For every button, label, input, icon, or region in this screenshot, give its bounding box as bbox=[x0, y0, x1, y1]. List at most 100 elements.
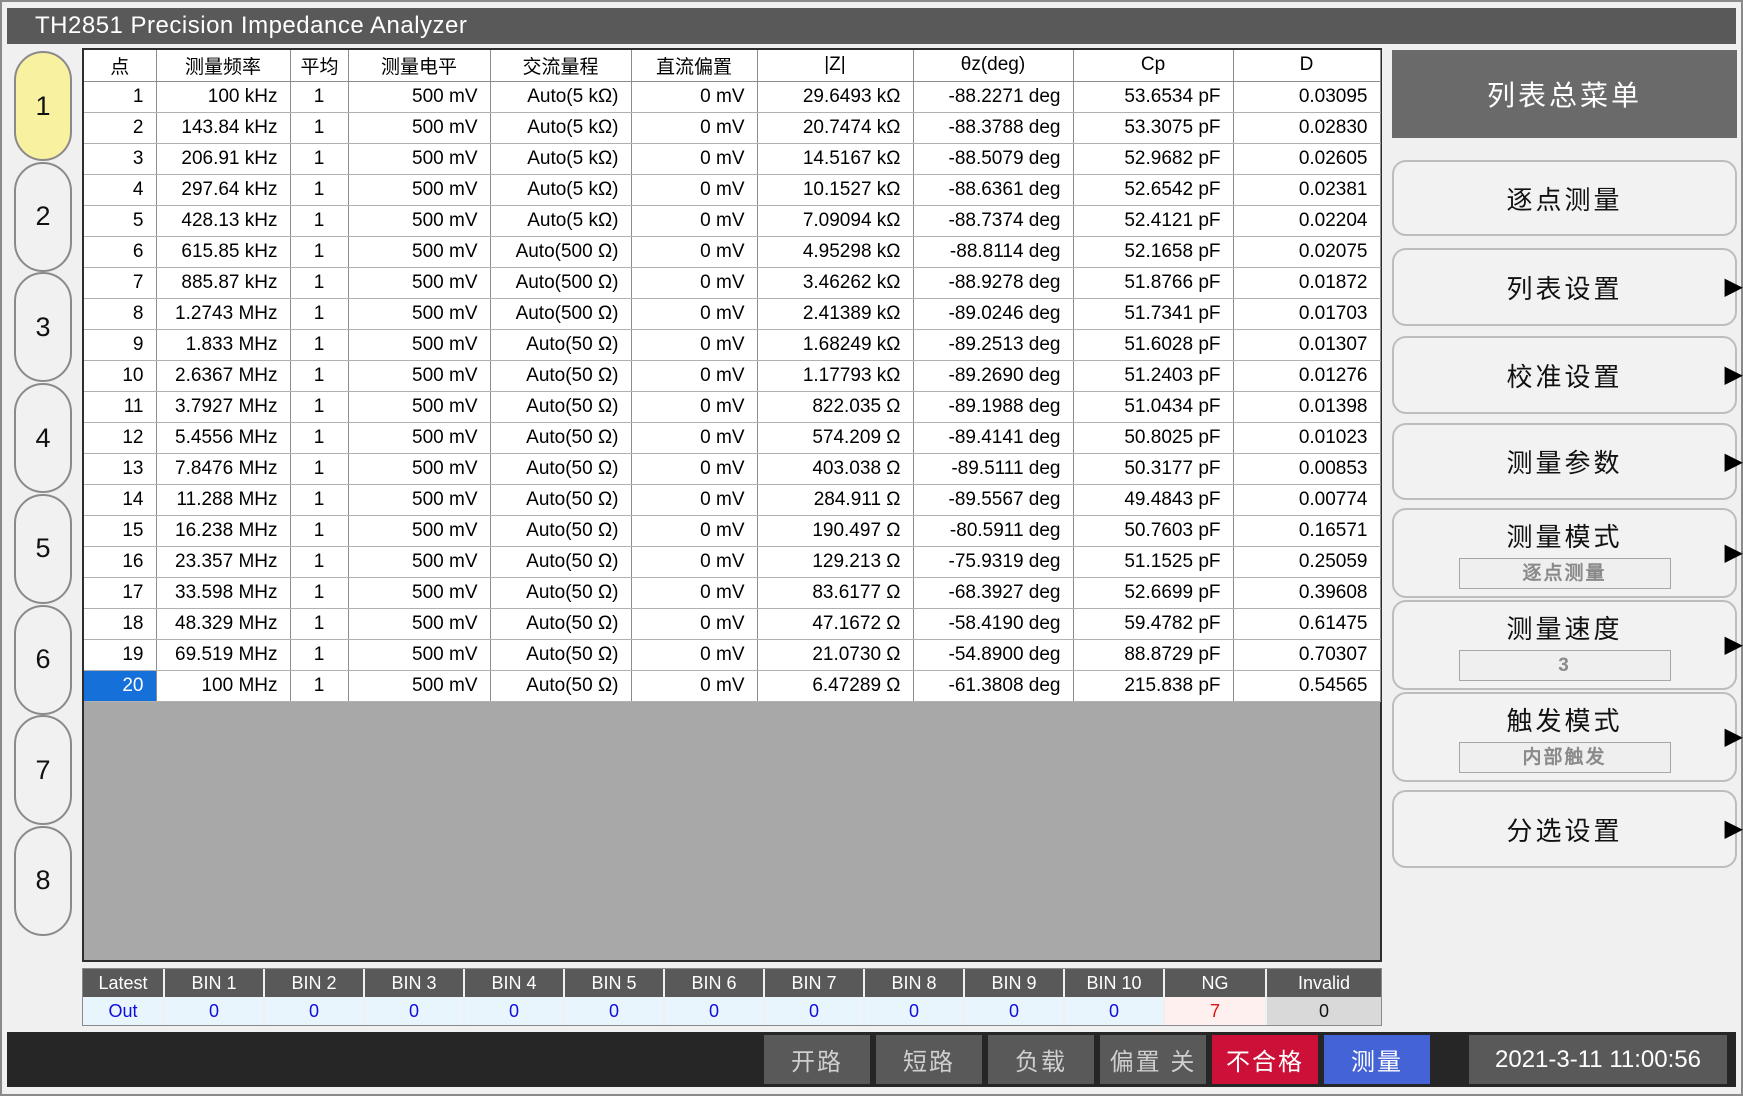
table-cell[interactable]: 500 mV bbox=[348, 174, 490, 205]
table-cell[interactable]: 7 bbox=[84, 267, 156, 298]
table-cell[interactable]: 0 mV bbox=[631, 360, 757, 391]
table-cell[interactable]: 2.6367 MHz bbox=[156, 360, 290, 391]
table-cell[interactable]: 0 mV bbox=[631, 422, 757, 453]
menu-button-7[interactable]: 触发模式内部触发▶ bbox=[1392, 692, 1737, 782]
table-cell[interactable]: 500 mV bbox=[348, 484, 490, 515]
status-button-gray[interactable]: 负载 bbox=[988, 1035, 1094, 1084]
table-cell[interactable]: -89.4141 deg bbox=[913, 422, 1073, 453]
table-cell[interactable]: 1 bbox=[290, 236, 348, 267]
table-cell[interactable]: 500 mV bbox=[348, 112, 490, 143]
table-cell[interactable]: -88.7374 deg bbox=[913, 205, 1073, 236]
table-cell[interactable]: 1 bbox=[290, 608, 348, 639]
channel-tab-3[interactable]: 3 bbox=[14, 272, 72, 382]
table-cell[interactable]: 574.209 Ω bbox=[757, 422, 913, 453]
table-cell[interactable]: 0.02381 bbox=[1233, 174, 1380, 205]
table-cell[interactable]: 23.357 MHz bbox=[156, 546, 290, 577]
table-cell[interactable]: 14.5167 kΩ bbox=[757, 143, 913, 174]
table-cell[interactable]: 129.213 Ω bbox=[757, 546, 913, 577]
table-cell[interactable]: 50.7603 pF bbox=[1073, 515, 1233, 546]
status-button-gray[interactable]: 开路 bbox=[764, 1035, 870, 1084]
table-cell[interactable]: 0.01703 bbox=[1233, 298, 1380, 329]
table-cell[interactable]: 53.3075 pF bbox=[1073, 112, 1233, 143]
table-cell[interactable]: 297.64 kHz bbox=[156, 174, 290, 205]
table-cell[interactable]: 5 bbox=[84, 205, 156, 236]
table-cell[interactable]: 10.1527 kΩ bbox=[757, 174, 913, 205]
table-cell[interactable]: 1.68249 kΩ bbox=[757, 329, 913, 360]
table-cell[interactable]: -88.6361 deg bbox=[913, 174, 1073, 205]
table-cell[interactable]: -80.5911 deg bbox=[913, 515, 1073, 546]
table-cell[interactable]: 0 mV bbox=[631, 639, 757, 670]
table-cell[interactable]: 500 mV bbox=[348, 205, 490, 236]
table-cell[interactable]: 11 bbox=[84, 391, 156, 422]
table-cell[interactable]: 1 bbox=[290, 422, 348, 453]
table-cell[interactable]: 0.01398 bbox=[1233, 391, 1380, 422]
table-cell[interactable]: Auto(50 Ω) bbox=[490, 577, 631, 608]
table-cell[interactable]: Auto(50 Ω) bbox=[490, 608, 631, 639]
table-cell[interactable]: 16.238 MHz bbox=[156, 515, 290, 546]
table-cell[interactable]: 1 bbox=[84, 81, 156, 112]
table-cell[interactable]: 0 mV bbox=[631, 453, 757, 484]
table-cell[interactable]: Auto(50 Ω) bbox=[490, 546, 631, 577]
table-cell[interactable]: 500 mV bbox=[348, 577, 490, 608]
table-cell[interactable]: 284.911 Ω bbox=[757, 484, 913, 515]
table-cell[interactable]: 500 mV bbox=[348, 329, 490, 360]
table-cell[interactable]: Auto(50 Ω) bbox=[490, 670, 631, 701]
table-cell[interactable]: 0.61475 bbox=[1233, 608, 1380, 639]
table-cell[interactable]: 20 bbox=[84, 670, 156, 701]
table-cell[interactable]: 7.09094 kΩ bbox=[757, 205, 913, 236]
menu-button-3[interactable]: 校准设置▶ bbox=[1392, 336, 1737, 414]
table-cell[interactable]: 1.2743 MHz bbox=[156, 298, 290, 329]
table-cell[interactable]: 18 bbox=[84, 608, 156, 639]
menu-button-5[interactable]: 测量模式逐点测量▶ bbox=[1392, 508, 1737, 598]
table-cell[interactable]: -54.8900 deg bbox=[913, 639, 1073, 670]
table-cell[interactable]: 17 bbox=[84, 577, 156, 608]
table-cell[interactable]: 1.17793 kΩ bbox=[757, 360, 913, 391]
table-cell[interactable]: 6.47289 Ω bbox=[757, 670, 913, 701]
table-cell[interactable]: 428.13 kHz bbox=[156, 205, 290, 236]
table-cell[interactable]: 15 bbox=[84, 515, 156, 546]
table-cell[interactable]: 1 bbox=[290, 639, 348, 670]
table-cell[interactable]: Auto(500 Ω) bbox=[490, 236, 631, 267]
table-cell[interactable]: -61.3808 deg bbox=[913, 670, 1073, 701]
table-cell[interactable]: 52.1658 pF bbox=[1073, 236, 1233, 267]
table-cell[interactable]: Auto(50 Ω) bbox=[490, 484, 631, 515]
table-cell[interactable]: 143.84 kHz bbox=[156, 112, 290, 143]
table-cell[interactable]: 100 MHz bbox=[156, 670, 290, 701]
channel-tab-7[interactable]: 7 bbox=[14, 715, 72, 825]
table-cell[interactable]: 51.7341 pF bbox=[1073, 298, 1233, 329]
table-cell[interactable]: Auto(50 Ω) bbox=[490, 360, 631, 391]
table-cell[interactable]: -89.5111 deg bbox=[913, 453, 1073, 484]
table-cell[interactable]: 2.41389 kΩ bbox=[757, 298, 913, 329]
table-cell[interactable]: -88.9278 deg bbox=[913, 267, 1073, 298]
table-cell[interactable]: 1 bbox=[290, 81, 348, 112]
table-cell[interactable]: 1 bbox=[290, 143, 348, 174]
table-cell[interactable]: 0.00774 bbox=[1233, 484, 1380, 515]
table-cell[interactable]: Auto(5 kΩ) bbox=[490, 205, 631, 236]
table-cell[interactable]: 0 mV bbox=[631, 546, 757, 577]
table-cell[interactable]: -89.2513 deg bbox=[913, 329, 1073, 360]
table-cell[interactable]: 0.02830 bbox=[1233, 112, 1380, 143]
table-cell[interactable]: 10 bbox=[84, 360, 156, 391]
table-cell[interactable]: 0.02204 bbox=[1233, 205, 1380, 236]
table-cell[interactable]: 9 bbox=[84, 329, 156, 360]
table-cell[interactable]: 500 mV bbox=[348, 298, 490, 329]
table-cell[interactable]: 0 mV bbox=[631, 577, 757, 608]
table-cell[interactable]: 13 bbox=[84, 453, 156, 484]
table-cell[interactable]: 51.0434 pF bbox=[1073, 391, 1233, 422]
table-cell[interactable]: Auto(5 kΩ) bbox=[490, 112, 631, 143]
table-cell[interactable]: 500 mV bbox=[348, 515, 490, 546]
table-cell[interactable]: 500 mV bbox=[348, 546, 490, 577]
table-cell[interactable]: 500 mV bbox=[348, 391, 490, 422]
table-cell[interactable]: 52.6699 pF bbox=[1073, 577, 1233, 608]
table-cell[interactable]: 0 mV bbox=[631, 112, 757, 143]
table-cell[interactable]: 6 bbox=[84, 236, 156, 267]
table-cell[interactable]: 0 mV bbox=[631, 515, 757, 546]
channel-tab-6[interactable]: 6 bbox=[14, 605, 72, 715]
table-cell[interactable]: 822.035 Ω bbox=[757, 391, 913, 422]
table-cell[interactable]: 3 bbox=[84, 143, 156, 174]
table-cell[interactable]: 51.2403 pF bbox=[1073, 360, 1233, 391]
table-cell[interactable]: -89.5567 deg bbox=[913, 484, 1073, 515]
table-cell[interactable]: 47.1672 Ω bbox=[757, 608, 913, 639]
table-cell[interactable]: Auto(500 Ω) bbox=[490, 267, 631, 298]
table-cell[interactable]: 500 mV bbox=[348, 143, 490, 174]
